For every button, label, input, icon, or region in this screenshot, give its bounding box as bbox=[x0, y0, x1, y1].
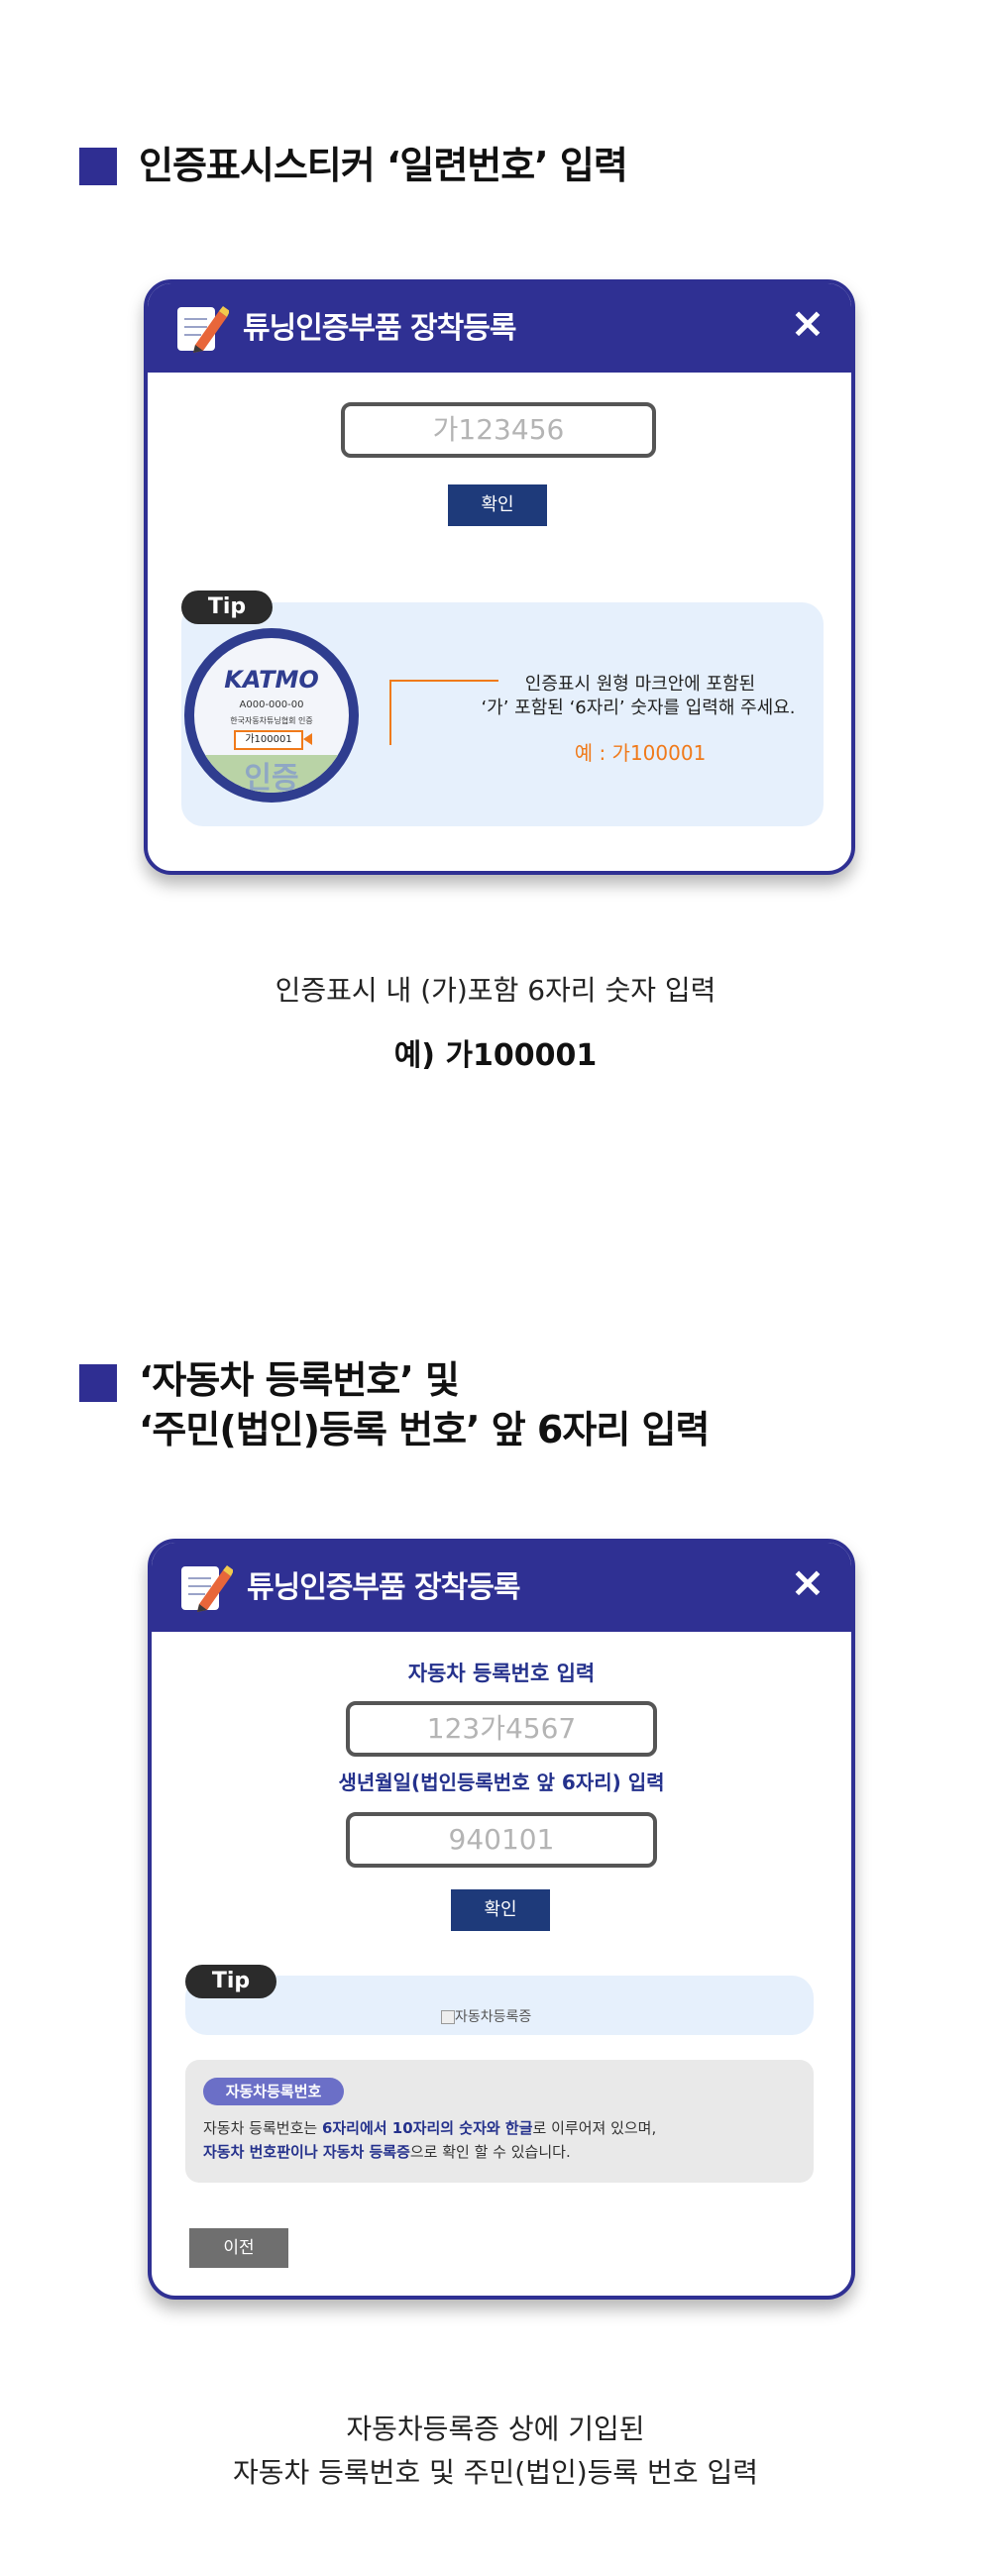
close-icon[interactable]: × bbox=[788, 302, 827, 344]
info-line-1-a: 자동차 등록번호는 bbox=[203, 2119, 322, 2137]
pencil-icon bbox=[181, 1565, 233, 1612]
info-badge: 자동차등록번호 bbox=[203, 2078, 344, 2105]
birth-label: 생년월일(법인등록번호 앞 6자리) 입력 bbox=[338, 1771, 665, 1794]
example-section1: 예) 가100001 bbox=[393, 1038, 598, 1073]
modal-title: 튜닝인증부품 장착등록 bbox=[243, 311, 516, 346]
confirm-button[interactable]: 확인 bbox=[451, 1889, 550, 1931]
register-modal: 튜닝인증부품 장착등록 × 자동차 등록번호 입력 123가4567 생년월일(… bbox=[148, 1539, 855, 2300]
caption-section2-line-1: 자동차등록증 상에 기입된 bbox=[346, 2413, 645, 2445]
seal-stamp: 인증 bbox=[244, 761, 299, 793]
seal-serial: 가100001 bbox=[234, 730, 303, 750]
info-line-1: 자동차 등록번호는 6자리에서 10자리의 숫자와 한글로 이루어져 있으며, bbox=[203, 2117, 656, 2138]
confirm-button[interactable]: 확인 bbox=[448, 484, 547, 526]
info-line-1-b: 6자리에서 10자리의 숫자와 한글 bbox=[321, 2119, 533, 2137]
info-line-2: 자동차 번호판이나 자동차 등록증으로 확인 할 수 있습니다. bbox=[203, 2141, 571, 2162]
seal-org-text: 한국자동차튜닝협회 인증 bbox=[230, 716, 313, 725]
caption-section1: 인증표시 내 (가)포함 6자리 숫자 입력 bbox=[275, 974, 716, 1007]
tip-panel bbox=[185, 1976, 814, 2035]
section-bullet-square bbox=[79, 148, 117, 185]
tip-badge: Tip bbox=[181, 590, 273, 624]
section-bullet-square bbox=[79, 1364, 117, 1402]
seal-code: A000-000-00 bbox=[239, 699, 304, 710]
serial-number-input[interactable]: 가123456 bbox=[341, 402, 656, 458]
registration-image-alt: 자동차등록증 bbox=[455, 2009, 532, 2025]
close-icon[interactable]: × bbox=[788, 1561, 827, 1603]
tip-line-1: 인증표시 원형 마크안에 포함된 bbox=[524, 674, 756, 695]
info-line-2-a: 자동차 번호판이나 자동차 등록증 bbox=[203, 2143, 410, 2161]
modal-header: 튜닝인증부품 장착등록 × bbox=[152, 1543, 851, 1632]
pencil-icon bbox=[177, 306, 229, 353]
register-modal: 튜닝인증부품 장착등록 × 가123456 확인 Tip KATMO A000-… bbox=[144, 279, 855, 875]
broken-image-icon bbox=[441, 2010, 455, 2024]
info-line-1-c: 로 이루어져 있으며, bbox=[532, 2119, 657, 2137]
section-title-line-2: ‘주민(법인)등록 번호’ 앞 6자리 입력 bbox=[139, 1408, 710, 1451]
info-line-2-b: 으로 확인 할 수 있습니다. bbox=[409, 2143, 571, 2161]
seal-inner: KATMO A000-000-00 한국자동차튜닝협회 인증 가100001 인… bbox=[194, 638, 349, 793]
seal-brand: KATMO bbox=[224, 666, 319, 694]
section-title: 인증표시스티커 ‘일련번호’ 입력 bbox=[139, 144, 628, 187]
modal-title: 튜닝인증부품 장착등록 bbox=[247, 1570, 520, 1605]
prev-button[interactable]: 이전 bbox=[189, 2228, 288, 2268]
car-number-input[interactable]: 123가4567 bbox=[346, 1701, 657, 1757]
caption-section2-line-2: 자동차 등록번호 및 주민(법인)등록 번호 입력 bbox=[232, 2456, 759, 2489]
tip-example: 예 : 가100001 bbox=[574, 741, 707, 765]
modal-header: 튜닝인증부품 장착등록 × bbox=[148, 283, 851, 373]
section-title-line-1: ‘자동차 등록번호’ 및 bbox=[139, 1358, 460, 1402]
birth-input[interactable]: 940101 bbox=[346, 1812, 657, 1868]
seal-arrow-icon bbox=[303, 733, 312, 745]
tip-line-2: ‘가’ 포함된 ‘6자리’ 숫자를 입력해 주세요. bbox=[481, 698, 796, 718]
certification-seal: KATMO A000-000-00 한국자동차튜닝협회 인증 가100001 인… bbox=[184, 628, 359, 803]
tip-badge: Tip bbox=[185, 1965, 276, 1998]
car-number-label: 자동차 등록번호 입력 bbox=[407, 1662, 596, 1685]
